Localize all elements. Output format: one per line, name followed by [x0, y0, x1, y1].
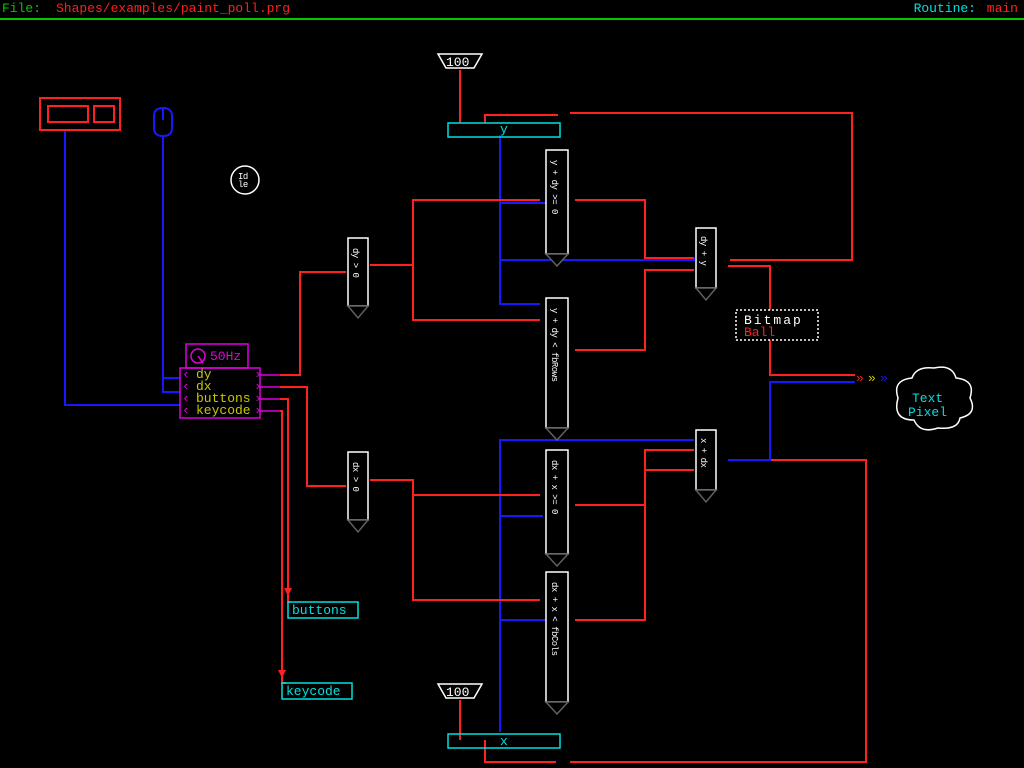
svg-text:‹: ‹	[182, 403, 190, 418]
svg-text:»: »	[868, 371, 876, 386]
idle-badge: Id le	[231, 166, 259, 194]
cmp-xdx-lt-fbCols[interactable]: dx + x < fbCols	[546, 572, 568, 714]
file-label: File:	[2, 1, 41, 16]
keyboard-icon	[40, 98, 120, 130]
const-bottom: 100	[438, 684, 482, 700]
add-dy-y[interactable]: dy + y	[696, 228, 716, 300]
svg-text:y: y	[500, 122, 508, 137]
cmp-ydy-lt-fbRows[interactable]: y + dy < fbRows	[546, 298, 568, 440]
svg-text:»: »	[880, 371, 888, 386]
arrow-buttons	[284, 588, 292, 596]
arrow-keycode	[278, 670, 286, 678]
svg-text:100: 100	[446, 685, 469, 700]
cmp-ydy-ge0[interactable]: y + dy >= 0	[546, 150, 568, 266]
wire-keycode	[280, 411, 286, 683]
svg-text:buttons: buttons	[292, 603, 347, 618]
wire-dy	[280, 272, 346, 375]
pixel-block[interactable]: Text Pixel	[897, 367, 973, 430]
svg-text:x: x	[500, 734, 508, 749]
wire-dxgt0-out	[370, 480, 540, 600]
svg-text:dx > 0: dx > 0	[350, 462, 360, 492]
bitmap-block[interactable]: Bitmap Ball	[736, 310, 818, 340]
svg-text:100: 100	[446, 55, 469, 70]
wire-y-out	[500, 135, 694, 304]
svg-text:Ball: Ball	[744, 325, 775, 340]
poll-keycode: keycode	[196, 403, 251, 418]
pixel-input-chevrons: » » »	[856, 371, 888, 386]
reg-x[interactable]: x	[448, 734, 560, 749]
svg-text:dx + x >= 0: dx + x >= 0	[549, 460, 559, 514]
wire-to-bitmap-x	[728, 382, 855, 460]
poll-out-stubs	[260, 375, 280, 411]
svg-text:x + dx: x + dx	[698, 438, 708, 468]
svg-text:y + dy >= 0: y + dy >= 0	[549, 160, 559, 214]
svg-text:dx + x < fbCols: dx + x < fbCols	[549, 582, 559, 656]
const-top: 100	[438, 54, 482, 70]
svg-text:Text: Text	[912, 391, 943, 406]
svg-text:le: le	[238, 180, 248, 190]
wire-ymux	[575, 200, 694, 350]
mouse-icon	[154, 108, 172, 136]
header-bar: File: Shapes/examples/paint_poll.prg Rou…	[0, 0, 1024, 18]
cmp-dx-gt-0[interactable]: dx > 0	[348, 452, 368, 532]
svg-text:dy > 0: dy > 0	[350, 248, 360, 278]
sink-keycode: keycode	[282, 683, 352, 699]
clock-block[interactable]: 50Hz	[186, 344, 248, 368]
poll-block[interactable]: dy dx buttons keycode ‹‹ ‹‹ ›› ››	[180, 367, 262, 418]
wire-xmux	[575, 450, 694, 620]
routine-name: main	[987, 1, 1018, 16]
wire-mouse	[163, 135, 180, 392]
sink-buttons: buttons	[288, 602, 358, 618]
svg-text:»: »	[856, 371, 864, 386]
file-path: Shapes/examples/paint_poll.prg	[56, 1, 290, 16]
add-x-dx[interactable]: x + dx	[696, 430, 716, 502]
svg-text:keycode: keycode	[286, 684, 341, 699]
clock-rate: 50Hz	[210, 349, 241, 364]
svg-text:dy + y: dy + y	[698, 236, 708, 267]
cmp-xdx-ge0[interactable]: dx + x >= 0	[546, 450, 568, 566]
wire-dx	[280, 387, 346, 486]
wire-y-feedback	[485, 113, 852, 260]
svg-text:y + dy < fbRows: y + dy < fbRows	[549, 308, 559, 382]
cmp-dy-gt-0[interactable]: dy > 0	[348, 238, 368, 318]
reg-y[interactable]: y	[448, 122, 560, 137]
svg-text:Pixel: Pixel	[908, 405, 947, 420]
svg-text:›: ›	[254, 403, 262, 418]
wire-x-feedback	[485, 460, 866, 762]
diagram-canvas[interactable]: Id le 50Hz dy dx buttons keycode ‹‹ ‹‹ ›…	[0, 20, 1024, 768]
routine-label: Routine:	[914, 1, 976, 16]
wire-x-out	[500, 440, 694, 732]
